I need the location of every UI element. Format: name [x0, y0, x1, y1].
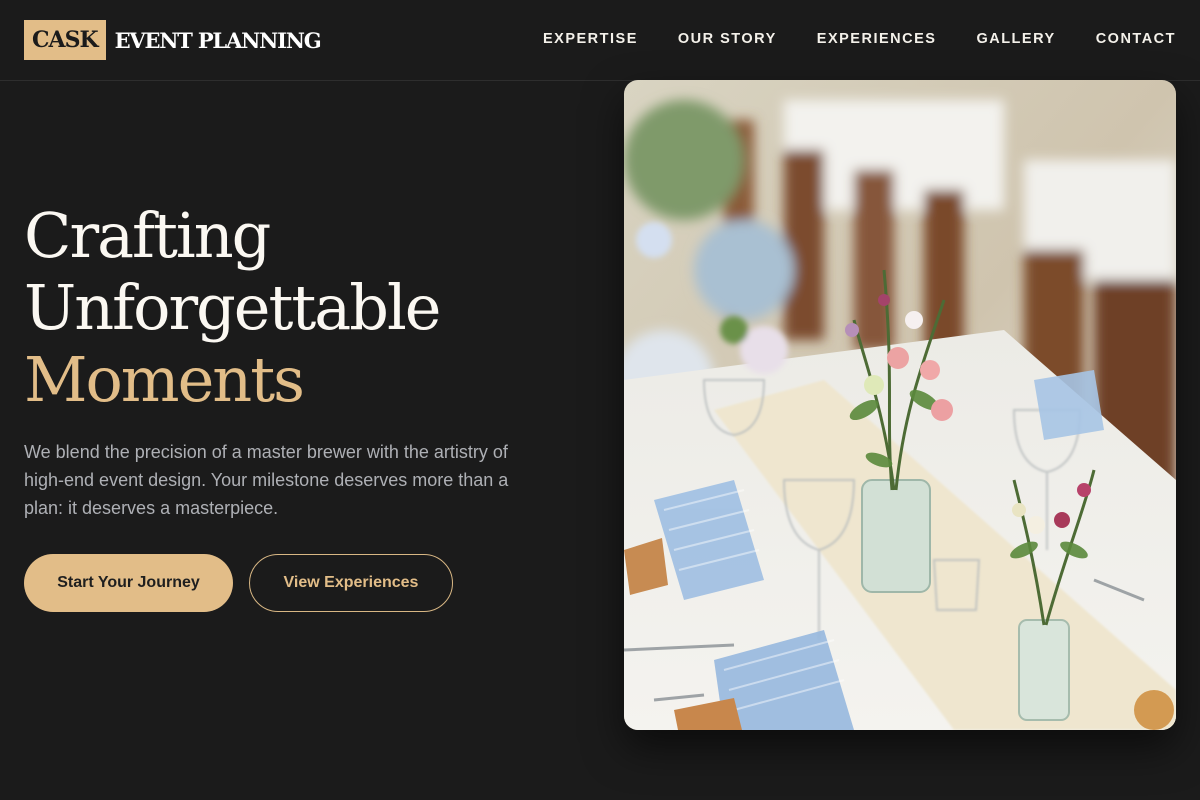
main-nav: EXPERTISE OUR STORY EXPERIENCES GALLERY … [503, 30, 1176, 48]
nav-link-experiences[interactable]: EXPERIENCES [817, 30, 937, 48]
site-header: CASK EVENT PLANNING EXPERTISE OUR STORY … [0, 0, 1200, 81]
hero-photo [624, 80, 1176, 730]
logo-wordmark: EVENT PLANNING [114, 27, 322, 53]
headline-line-2: Unforgettable [24, 271, 441, 344]
nav-link-our-story[interactable]: OUR STORY [678, 30, 777, 48]
start-journey-button[interactable]: Start Your Journey [24, 554, 233, 612]
nav-link-contact[interactable]: CONTACT [1096, 30, 1176, 48]
view-experiences-button[interactable]: View Experiences [249, 554, 453, 612]
logo[interactable]: CASK EVENT PLANNING [24, 20, 322, 60]
banquet-table-image [624, 80, 1176, 730]
hero-intro: We blend the precision of a master brewe… [24, 442, 509, 518]
hero-headline: Crafting Unforgettable Moments [24, 199, 441, 416]
headline-accent: Moments [24, 343, 305, 416]
logo-mark: CASK [24, 20, 106, 60]
nav-link-expertise[interactable]: EXPERTISE [543, 30, 638, 48]
nav-link-gallery[interactable]: GALLERY [976, 30, 1055, 48]
headline-line-1: Crafting [24, 199, 271, 272]
